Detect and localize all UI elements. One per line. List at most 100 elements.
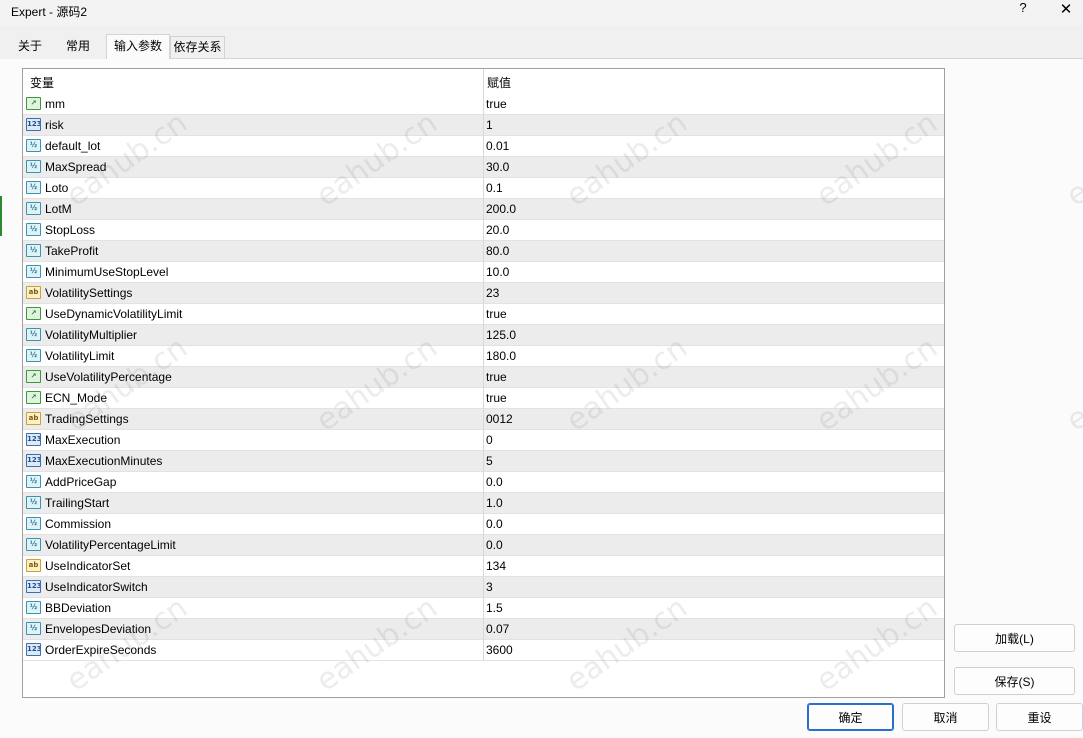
double-type-icon: ½ xyxy=(26,328,41,341)
tab-common[interactable]: 常用 xyxy=(60,36,96,58)
parameter-value[interactable]: 1.0 xyxy=(486,496,503,510)
double-type-icon: ½ xyxy=(26,475,41,488)
parameter-name: MinimumUseStopLevel xyxy=(45,265,169,279)
parameter-value[interactable]: 0.0 xyxy=(486,475,503,489)
parameter-name: OrderExpireSeconds xyxy=(45,643,157,657)
integer-type-icon: 123 xyxy=(26,454,41,467)
help-icon[interactable]: ? xyxy=(1017,0,1029,20)
double-type-icon: ½ xyxy=(26,538,41,551)
integer-type-icon: 123 xyxy=(26,118,41,131)
string-type-icon: ab xyxy=(26,559,41,572)
integer-type-icon: 123 xyxy=(26,580,41,593)
double-type-icon: ½ xyxy=(26,496,41,509)
parameter-name: VolatilityPercentageLimit xyxy=(45,538,176,552)
parameter-name: AddPriceGap xyxy=(45,475,117,489)
parameter-name: MaxExecutionMinutes xyxy=(45,454,163,468)
parameter-name: UseDynamicVolatilityLimit xyxy=(45,307,183,321)
window-title: Expert - 源码2 xyxy=(11,5,88,19)
parameter-value[interactable]: 134 xyxy=(486,559,506,573)
parameter-name: EnvelopesDeviation xyxy=(45,622,152,636)
parameter-value[interactable]: 0.0 xyxy=(486,517,503,531)
parameter-name: ECN_Mode xyxy=(45,391,108,405)
parameter-value[interactable]: true xyxy=(486,307,507,321)
integer-type-icon: 123 xyxy=(26,643,41,656)
parameter-name: UseIndicatorSet xyxy=(45,559,131,573)
parameter-value[interactable]: 0.0 xyxy=(486,538,503,552)
parameter-value[interactable]: 1.5 xyxy=(486,601,503,615)
parameter-name: Commission xyxy=(45,517,112,531)
parameter-value[interactable]: true xyxy=(486,370,507,384)
parameter-value[interactable]: 200.0 xyxy=(486,202,516,216)
double-type-icon: ½ xyxy=(26,202,41,215)
column-header-value[interactable]: 赋值 xyxy=(487,74,511,91)
parameter-name: TrailingStart xyxy=(45,496,110,510)
parameter-name: VolatilitySettings xyxy=(45,286,133,300)
column-header-variable[interactable]: 变量 xyxy=(30,74,54,91)
parameter-value[interactable]: 180.0 xyxy=(486,349,516,363)
parameter-name: LotM xyxy=(45,202,72,216)
parameter-value[interactable]: 1 xyxy=(486,118,493,132)
tab-about[interactable]: 关于 xyxy=(12,36,48,58)
load-button[interactable]: 加载(L) xyxy=(954,624,1075,652)
parameter-name: BBDeviation xyxy=(45,601,112,615)
column-divider[interactable] xyxy=(483,69,484,661)
parameter-name: Loto xyxy=(45,181,69,195)
tab-strip-divider xyxy=(106,58,1083,59)
double-type-icon: ½ xyxy=(26,265,41,278)
parameter-name: VolatilityMultiplier xyxy=(45,328,138,342)
parameter-value[interactable]: 0 xyxy=(486,433,493,447)
ok-button[interactable]: 确定 xyxy=(807,703,894,731)
cancel-button[interactable]: 取消 xyxy=(902,703,989,731)
parameter-name: mm xyxy=(45,97,65,111)
left-edge-marker xyxy=(0,196,2,236)
parameter-value[interactable]: 3600 xyxy=(486,643,513,657)
parameter-value[interactable]: 20.0 xyxy=(486,223,509,237)
parameter-name: risk xyxy=(45,118,64,132)
bool-type-icon: ↗ xyxy=(26,307,41,320)
parameter-name: MaxExecution xyxy=(45,433,121,447)
double-type-icon: ½ xyxy=(26,160,41,173)
bool-type-icon: ↗ xyxy=(26,370,41,383)
double-type-icon: ½ xyxy=(26,223,41,236)
parameter-name: UseIndicatorSwitch xyxy=(45,580,148,594)
double-type-icon: ½ xyxy=(26,349,41,362)
parameter-value[interactable]: 3 xyxy=(486,580,493,594)
double-type-icon: ½ xyxy=(26,139,41,152)
parameter-value[interactable]: 0.07 xyxy=(486,622,509,636)
reset-button[interactable]: 重设 xyxy=(996,703,1083,731)
integer-type-icon: 123 xyxy=(26,433,41,446)
double-type-icon: ½ xyxy=(26,601,41,614)
parameter-name: UseVolatilityPercentage xyxy=(45,370,172,384)
double-type-icon: ½ xyxy=(26,622,41,635)
parameter-name: MaxSpread xyxy=(45,160,107,174)
double-type-icon: ½ xyxy=(26,244,41,257)
parameter-name: VolatilityLimit xyxy=(45,349,115,363)
tab-dependencies[interactable]: 依存关系 xyxy=(170,36,225,58)
parameter-value[interactable]: 0.01 xyxy=(486,139,509,153)
string-type-icon: ab xyxy=(26,286,41,299)
double-type-icon: ½ xyxy=(26,517,41,530)
bool-type-icon: ↗ xyxy=(26,97,41,110)
parameter-value[interactable]: 0012 xyxy=(486,412,513,426)
parameter-value[interactable]: 0.1 xyxy=(486,181,503,195)
parameter-value[interactable]: 10.0 xyxy=(486,265,509,279)
close-icon[interactable]: ✕ xyxy=(1058,0,1074,20)
parameter-value[interactable]: 125.0 xyxy=(486,328,516,342)
bool-type-icon: ↗ xyxy=(26,391,41,404)
tab-inputs[interactable]: 输入参数 xyxy=(106,34,170,59)
parameter-name: TakeProfit xyxy=(45,244,99,258)
title-bar: Expert - 源码2 ? ✕ xyxy=(0,0,1083,26)
double-type-icon: ½ xyxy=(26,181,41,194)
parameter-value[interactable]: true xyxy=(486,97,507,111)
parameter-value[interactable]: 5 xyxy=(486,454,493,468)
parameter-name: TradingSettings xyxy=(45,412,129,426)
string-type-icon: ab xyxy=(26,412,41,425)
parameter-value[interactable]: 30.0 xyxy=(486,160,509,174)
parameter-name: StopLoss xyxy=(45,223,96,237)
parameter-value[interactable]: 23 xyxy=(486,286,499,300)
save-button[interactable]: 保存(S) xyxy=(954,667,1075,695)
parameter-value[interactable]: true xyxy=(486,391,507,405)
parameter-value[interactable]: 80.0 xyxy=(486,244,509,258)
parameters-table[interactable]: 变量 赋值 ↗ mm true 123 risk 1 ½ default_lot 0.01 ½ Ma… xyxy=(22,68,945,698)
parameter-name: default_lot xyxy=(45,139,101,153)
